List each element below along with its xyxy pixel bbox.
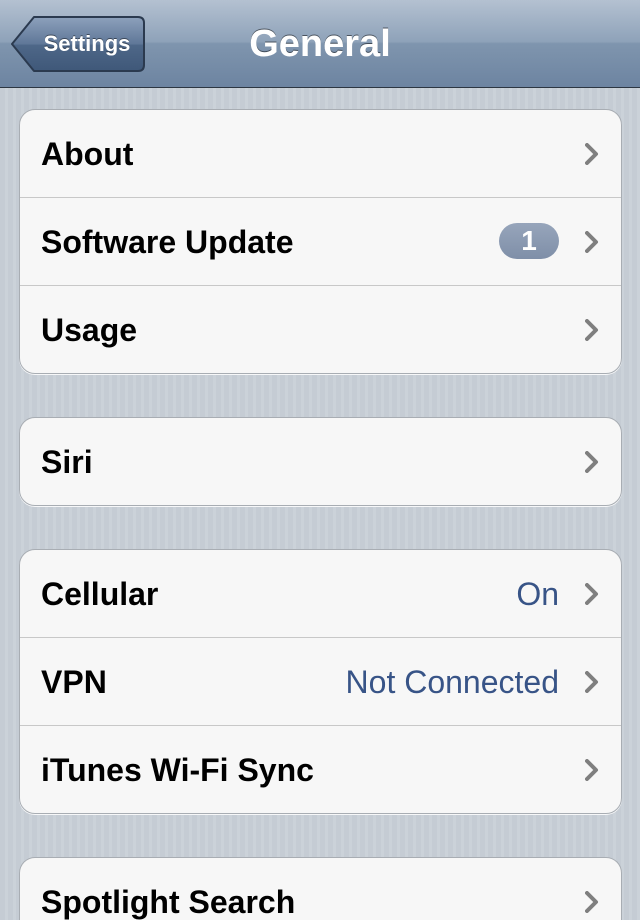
- settings-group-siri: Siri: [19, 417, 622, 506]
- row-siri[interactable]: Siri: [20, 418, 621, 505]
- row-label: About: [41, 136, 134, 172]
- row-label: Usage: [41, 312, 138, 348]
- vpn-status-value: Not Connected: [345, 664, 559, 700]
- chevron-right-icon: [585, 143, 598, 165]
- chevron-right-icon: [585, 583, 598, 605]
- navigation-bar: Settings General: [0, 0, 640, 88]
- row-usage[interactable]: Usage: [20, 286, 621, 373]
- row-vpn[interactable]: VPN Not Connected: [20, 638, 621, 726]
- settings-group-general-info: About Software Update 1 Usage: [19, 109, 622, 374]
- page-title: General: [249, 23, 391, 65]
- chevron-right-icon: [585, 451, 598, 473]
- settings-group-network: Cellular On VPN Not Connected iTunes Wi-…: [19, 549, 622, 814]
- row-spotlight-search[interactable]: Spotlight Search: [20, 858, 621, 920]
- row-cellular[interactable]: Cellular On: [20, 550, 621, 638]
- cellular-status-value: On: [516, 576, 559, 612]
- row-itunes-wifi-sync[interactable]: iTunes Wi-Fi Sync: [20, 726, 621, 813]
- chevron-right-icon: [585, 319, 598, 341]
- settings-group-search: Spotlight Search: [19, 857, 622, 920]
- row-label: Cellular: [41, 576, 159, 612]
- back-button[interactable]: Settings: [10, 15, 146, 73]
- row-label: iTunes Wi-Fi Sync: [41, 752, 314, 788]
- row-software-update[interactable]: Software Update 1: [20, 198, 621, 286]
- back-button-label: Settings: [43, 31, 131, 56]
- row-label: Software Update: [41, 224, 294, 260]
- row-label: VPN: [41, 664, 107, 700]
- row-about[interactable]: About: [20, 110, 621, 198]
- update-count-badge: 1: [499, 223, 559, 259]
- row-label: Spotlight Search: [41, 884, 296, 920]
- chevron-right-icon: [585, 891, 598, 913]
- row-label: Siri: [41, 444, 93, 480]
- chevron-right-icon: [585, 671, 598, 693]
- chevron-right-icon: [585, 759, 598, 781]
- chevron-right-icon: [585, 231, 598, 253]
